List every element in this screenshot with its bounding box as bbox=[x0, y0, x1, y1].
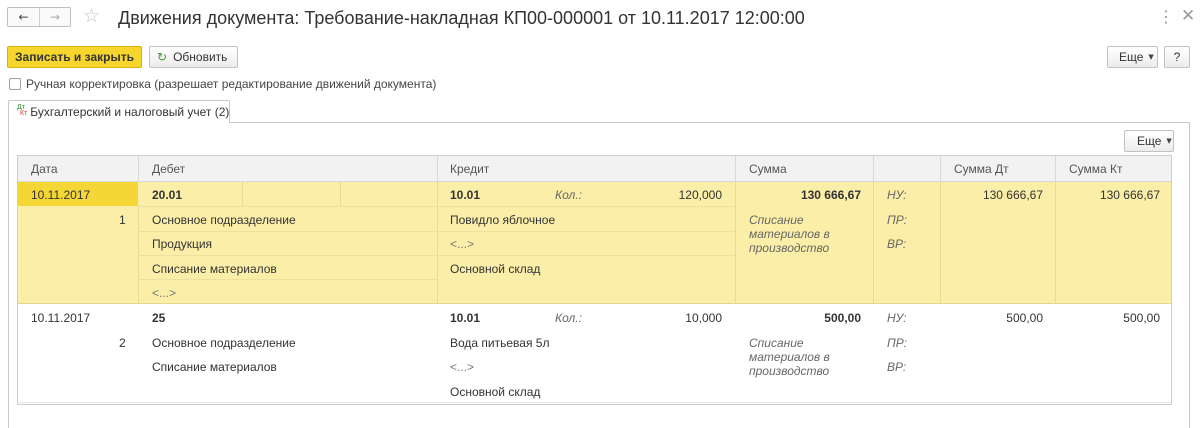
more-menu-icon[interactable]: ⋮ bbox=[1158, 8, 1174, 26]
row1-vr-label: ВР: bbox=[887, 237, 907, 251]
row2-credit-subconto-3[interactable]: Основной склад bbox=[450, 385, 540, 399]
dt-kt-icon: Дт Кт bbox=[17, 104, 28, 117]
row1-qty-label: Кол.: bbox=[555, 188, 582, 202]
col-amount-kt-header[interactable]: Сумма Кт bbox=[1069, 162, 1123, 176]
forward-arrow-icon[interactable]: → bbox=[38, 8, 70, 26]
manual-edit-checkbox[interactable] bbox=[9, 78, 21, 90]
col-debit-header[interactable]: Дебет bbox=[152, 162, 185, 176]
row1-debit-subconto-1[interactable]: Основное подразделение bbox=[152, 213, 296, 227]
more-label: Еще bbox=[1119, 50, 1144, 64]
row1-amount-kt[interactable]: 130 666,67 bbox=[1063, 188, 1160, 202]
more-button[interactable]: Еще ▼ bbox=[1107, 46, 1158, 68]
manual-edit-option: Ручная корректировка (разрешает редактир… bbox=[9, 77, 436, 91]
col-amount-dt-header[interactable]: Сумма Дт bbox=[954, 162, 1009, 176]
close-icon[interactable]: ✕ bbox=[1181, 7, 1195, 25]
row2-date: 10.11.2017 bbox=[31, 311, 91, 325]
row1-amount[interactable]: 130 666,67 bbox=[748, 188, 861, 202]
refresh-button[interactable]: ↻ Обновить bbox=[149, 46, 238, 68]
row1-date: 10.11.2017 bbox=[31, 188, 91, 202]
grid-more-button[interactable]: Еще ▼ bbox=[1124, 130, 1174, 152]
row2-nu-label: НУ: bbox=[887, 311, 907, 325]
row1-credit-subconto-3[interactable]: Основной склад bbox=[450, 262, 540, 276]
help-button[interactable]: ? bbox=[1164, 46, 1190, 68]
row2-debit-account[interactable]: 25 bbox=[152, 311, 165, 325]
chevron-down-icon: ▼ bbox=[1148, 53, 1154, 61]
row1-pr-label: ПР: bbox=[887, 213, 907, 227]
favorite-star-icon[interactable]: ☆ bbox=[83, 5, 100, 27]
chevron-down-icon: ▼ bbox=[1166, 137, 1172, 145]
col-amount-header[interactable]: Сумма bbox=[749, 162, 787, 176]
row2-amount-dt[interactable]: 500,00 bbox=[948, 311, 1043, 325]
row1-amount-dt[interactable]: 130 666,67 bbox=[948, 188, 1043, 202]
row2-content[interactable]: Списание материалов в производство bbox=[749, 336, 859, 378]
postings-table[interactable]: Дата Дебет Кредит Сумма Сумма Дт Сумма К… bbox=[17, 155, 1172, 405]
row1-content[interactable]: Списание материалов в производство bbox=[749, 213, 859, 255]
row1-nu-label: НУ: bbox=[887, 188, 907, 202]
table-header: Дата Дебет Кредит Сумма Сумма Дт Сумма К… bbox=[18, 156, 1171, 182]
row1-credit-subconto-2[interactable]: <...> bbox=[450, 237, 474, 251]
post-and-close-label: Записать и закрыть bbox=[15, 50, 134, 64]
refresh-icon: ↻ bbox=[157, 50, 168, 64]
row2-debit-subconto-2[interactable]: Списание материалов bbox=[152, 360, 277, 374]
row2-vr-label: ВР: bbox=[887, 360, 907, 374]
row2-qty-label: Кол.: bbox=[555, 311, 582, 325]
refresh-label: Обновить bbox=[173, 50, 228, 64]
grid-more-label: Еще bbox=[1137, 134, 1162, 148]
row1-line-number: 1 bbox=[119, 213, 126, 227]
row1-debit-subconto-4[interactable]: <...> bbox=[152, 286, 176, 300]
row1-credit-account[interactable]: 10.01 bbox=[450, 188, 480, 202]
post-and-close-button[interactable]: Записать и закрыть bbox=[7, 46, 142, 68]
row2-line-number: 2 bbox=[119, 336, 126, 350]
row1-debit-subconto-2[interactable]: Продукция bbox=[152, 237, 212, 251]
row2-amount-kt[interactable]: 500,00 bbox=[1063, 311, 1160, 325]
tab-accounting-label: Бухгалтерский и налоговый учет (2) bbox=[30, 105, 230, 119]
back-arrow-icon[interactable]: ← bbox=[8, 8, 39, 26]
help-label: ? bbox=[1173, 50, 1181, 64]
row2-pr-label: ПР: bbox=[887, 336, 907, 350]
row1-debit-subconto-3[interactable]: Списание материалов bbox=[152, 262, 277, 276]
col-date-header[interactable]: Дата bbox=[31, 162, 58, 176]
tab-accounting[interactable]: Дт Кт Бухгалтерский и налоговый учет (2) bbox=[8, 100, 230, 123]
row2-amount[interactable]: 500,00 bbox=[748, 311, 861, 325]
row1-debit-account[interactable]: 20.01 bbox=[152, 188, 182, 202]
row1-qty[interactable]: 120,000 bbox=[638, 188, 722, 202]
row2-qty[interactable]: 10,000 bbox=[638, 311, 722, 325]
window-title: Движения документа: Требование-накладная… bbox=[118, 8, 805, 28]
nav-buttons: ← → bbox=[7, 7, 71, 27]
row1-credit-subconto-1[interactable]: Повидло яблочное bbox=[450, 213, 555, 227]
row2-debit-subconto-1[interactable]: Основное подразделение bbox=[152, 336, 296, 350]
row2-credit-subconto-2[interactable]: <...> bbox=[450, 360, 474, 374]
row2-credit-subconto-1[interactable]: Вода питьевая 5л bbox=[450, 336, 549, 350]
col-credit-header[interactable]: Кредит bbox=[450, 162, 489, 176]
title-bar: ← → ☆ Движения документа: Требование-нак… bbox=[0, 0, 1200, 36]
row2-credit-account[interactable]: 10.01 bbox=[450, 311, 480, 325]
manual-edit-label[interactable]: Ручная корректировка (разрешает редактир… bbox=[26, 77, 436, 91]
